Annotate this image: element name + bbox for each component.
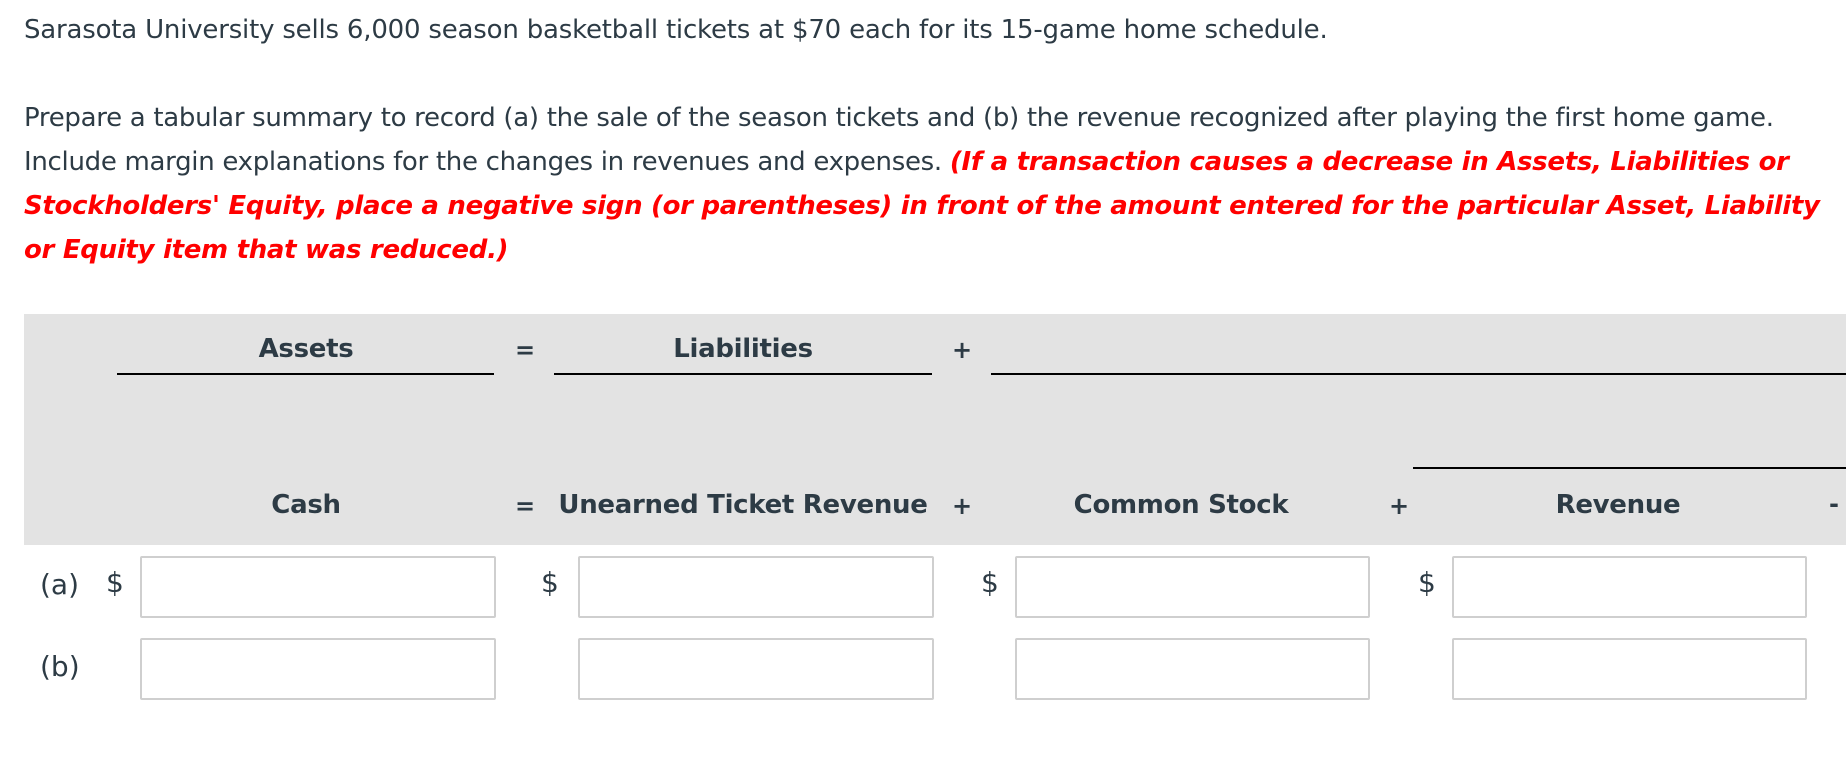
input-a-common-stock[interactable] — [1015, 556, 1370, 618]
dollar-sign-unearned: $ — [541, 566, 559, 599]
retained-earnings-underline — [1413, 467, 1846, 469]
liabilities-header: Liabilities — [673, 334, 813, 364]
input-b-unearned-ticket-revenue[interactable] — [578, 638, 934, 700]
question-intro: Sarasota University sells 6,000 season b… — [24, 15, 1328, 45]
row-label-a: (a) — [40, 568, 80, 601]
operator-plus-2: + — [1388, 492, 1410, 520]
column-header-cash: Cash — [271, 490, 341, 520]
column-header-revenue: Revenue — [1555, 490, 1681, 520]
input-b-cash[interactable] — [140, 638, 496, 700]
dollar-sign-revenue: $ — [1418, 566, 1436, 599]
dollar-sign-cash: $ — [106, 566, 124, 599]
operator-equals: = — [514, 492, 536, 520]
column-header-unearned-ticket-revenue: Unearned Ticket Revenue — [558, 490, 928, 520]
plus-sign: + — [951, 336, 973, 364]
dollar-sign-common-stock: $ — [981, 566, 999, 599]
input-a-cash[interactable] — [140, 556, 496, 618]
operator-plus-1: + — [951, 492, 973, 520]
question-instruction: Prepare a tabular summary to record (a) … — [24, 96, 1844, 272]
assets-underline — [117, 373, 494, 375]
row-label-b: (b) — [40, 650, 80, 683]
input-a-revenue[interactable] — [1452, 556, 1807, 618]
equals-sign: = — [514, 336, 536, 364]
assets-header: Assets — [258, 334, 354, 364]
operator-minus: - — [1829, 490, 1839, 518]
equity-underline — [991, 373, 1846, 375]
column-header-common-stock: Common Stock — [1073, 490, 1289, 520]
input-b-common-stock[interactable] — [1015, 638, 1370, 700]
liabilities-underline — [554, 373, 932, 375]
input-b-revenue[interactable] — [1452, 638, 1807, 700]
input-a-unearned-ticket-revenue[interactable] — [578, 556, 934, 618]
